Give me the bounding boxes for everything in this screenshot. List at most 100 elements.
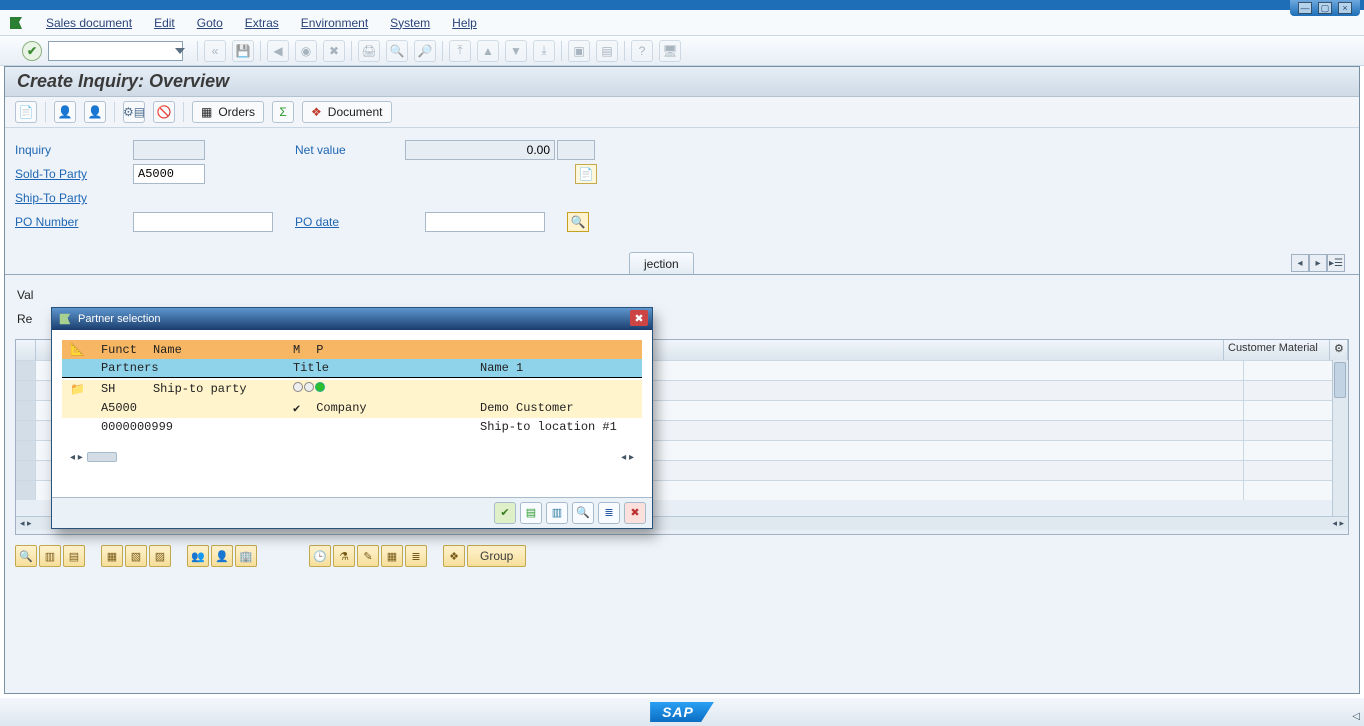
grid-vscroll[interactable] — [1332, 360, 1348, 516]
po-date-field[interactable] — [425, 212, 545, 232]
fb-p3[interactable]: 🏢 — [235, 545, 257, 567]
menu-system[interactable]: System — [390, 16, 430, 30]
fb-text[interactable]: ✎ — [357, 545, 379, 567]
menu-help[interactable]: Help — [452, 16, 477, 30]
help-button[interactable]: ? — [631, 40, 653, 62]
tab-right-button[interactable]: ▸ — [1309, 254, 1327, 272]
grid-settings-icon[interactable]: ⚙ — [1330, 340, 1348, 360]
layout-button[interactable]: 🖥 — [659, 40, 681, 62]
nav-exit-button[interactable]: ◉ — [295, 40, 317, 62]
sort-icon[interactable]: 📐 — [62, 340, 93, 359]
dialog-close-button[interactable]: ✖ — [630, 310, 648, 326]
window-chrome: — ▢ × — [0, 0, 1364, 10]
fb-select-all[interactable]: ▥ — [39, 545, 61, 567]
dialog-ok-button[interactable]: ✔ — [494, 502, 516, 524]
command-field-dropdown-icon[interactable] — [175, 48, 185, 54]
dialog-deselect-button[interactable]: ▥ — [546, 502, 568, 524]
partner-row-sh[interactable]: 📁 SH Ship-to party — [62, 380, 642, 399]
fb-cond[interactable]: ⚗ — [333, 545, 355, 567]
po-date-label[interactable]: PO date — [295, 215, 425, 229]
fb-group-icon[interactable]: ❖ — [443, 545, 465, 567]
shortcut-button[interactable]: ▤ — [596, 40, 618, 62]
dlg-scroll-left-icon[interactable]: ◂ ▸ — [70, 452, 83, 463]
sap-menu-icon[interactable] — [8, 15, 24, 31]
document-button[interactable]: ❖ Document — [302, 101, 391, 123]
new-session-button[interactable]: ▣ — [568, 40, 590, 62]
fb-search[interactable]: 🔍 — [15, 545, 37, 567]
menu-goto[interactable]: Goto — [197, 16, 223, 30]
statusbar-resize-icon[interactable]: ◁ — [1352, 711, 1360, 722]
gh-customer-material[interactable]: Customer Material — [1224, 340, 1330, 360]
dialog-find-button[interactable]: 🔍 — [572, 502, 594, 524]
back-button[interactable]: « — [204, 40, 226, 62]
command-field[interactable] — [48, 41, 183, 61]
fb-sort[interactable]: ≣ — [405, 545, 427, 567]
partner-selection-dialog: Partner selection ✖ 📐 Funct Name M P Par… — [51, 307, 653, 529]
sum-button[interactable]: Σ — [272, 101, 294, 123]
fb-cfg2[interactable]: ▧ — [125, 545, 147, 567]
grid-scroll-right-icon[interactable]: ◂ ▸ — [1332, 518, 1344, 529]
gh-sel[interactable] — [16, 340, 36, 360]
fb-p1[interactable]: 👥 — [187, 545, 209, 567]
fb-time[interactable]: 🕒 — [309, 545, 331, 567]
sold-to-label[interactable]: Sold-To Party — [15, 167, 133, 181]
dlg-scroll-right-icon[interactable]: ◂ ▸ — [621, 452, 634, 463]
nav-cancel-button[interactable]: ✖ — [323, 40, 345, 62]
fb-p2[interactable]: 👤 — [211, 545, 233, 567]
partner-row-0000000999[interactable]: 0000000999 Ship-to location #1 — [62, 418, 642, 436]
menu-edit[interactable]: Edit — [154, 16, 175, 30]
partner-button[interactable]: 👤 — [84, 101, 106, 123]
dialog-cancel-button[interactable]: ✖ — [624, 502, 646, 524]
toolbar-sep — [351, 41, 352, 61]
menu-bar: Sales document Edit Goto Extras Environm… — [0, 10, 1364, 36]
po-number-field[interactable] — [133, 212, 273, 232]
dialog-details-button[interactable]: ≣ — [598, 502, 620, 524]
enter-button[interactable]: ✔ — [22, 41, 42, 61]
prev-page-button[interactable]: ▲ — [477, 40, 499, 62]
find-next-button[interactable]: 🔎 — [414, 40, 436, 62]
nav-back-button[interactable]: ◀ — [267, 40, 289, 62]
first-page-button[interactable]: ⤒ — [449, 40, 471, 62]
fb-data[interactable]: ▦ — [381, 545, 403, 567]
tab-rejection[interactable]: jection — [629, 252, 694, 274]
print-button[interactable]: 🖨 — [358, 40, 380, 62]
save-button[interactable]: 💾 — [232, 40, 254, 62]
tab-list-button[interactable]: ▸☰ — [1327, 254, 1345, 272]
footer-group-2: ▦ ▧ ▨ — [101, 545, 171, 567]
window-restore-button[interactable]: ▢ — [1318, 2, 1332, 14]
inquiry-field[interactable] — [133, 140, 205, 160]
reject-button[interactable]: 🚫 — [153, 101, 175, 123]
po-scan-icon[interactable]: 🔍 — [567, 212, 589, 232]
po-number-label[interactable]: PO Number — [15, 215, 133, 229]
dialog-footer: ✔ ▤ ▥ 🔍 ≣ ✖ — [52, 497, 652, 528]
sold-to-field[interactable] — [133, 164, 205, 184]
grid-scroll-left-icon[interactable]: ◂ ▸ — [20, 518, 32, 529]
dlg-hscroll-thumb[interactable] — [87, 452, 117, 462]
partner-row-a5000[interactable]: A5000 ✔ Company Demo Customer — [62, 399, 642, 418]
fb-deselect[interactable]: ▤ — [63, 545, 85, 567]
dialog-titlebar[interactable]: Partner selection ✖ — [52, 308, 652, 330]
app-toolbar: 📄 👤 👤 ⚙▤ 🚫 ▦ Orders Σ ❖ Document — [5, 97, 1359, 128]
note-icon[interactable]: 📄 — [575, 164, 597, 184]
menu-sales-document[interactable]: Sales document — [46, 16, 132, 30]
partner-table[interactable]: 📐 Funct Name M P Partners Title Name 1 📁 — [62, 340, 642, 436]
find-button[interactable]: 🔍 — [386, 40, 408, 62]
menu-environment[interactable]: Environment — [301, 16, 368, 30]
window-close-button[interactable]: × — [1338, 2, 1352, 14]
fb-cfg1[interactable]: ▦ — [101, 545, 123, 567]
orders-button[interactable]: ▦ Orders — [192, 101, 264, 123]
header-details-button[interactable]: 👤 — [54, 101, 76, 123]
fb-cfg3[interactable]: ▨ — [149, 545, 171, 567]
dialog-select-button[interactable]: ▤ — [520, 502, 542, 524]
display-doc-button[interactable]: 📄 — [15, 101, 37, 123]
dialog-hscroll[interactable]: ◂ ▸ ◂ ▸ — [62, 450, 642, 465]
window-min-button[interactable]: — — [1298, 2, 1312, 14]
window-controls[interactable]: — ▢ × — [1290, 0, 1360, 16]
next-page-button[interactable]: ▼ — [505, 40, 527, 62]
tab-left-button[interactable]: ◂ — [1291, 254, 1309, 272]
ship-to-label[interactable]: Ship-To Party — [15, 191, 133, 205]
config-button[interactable]: ⚙▤ — [123, 101, 145, 123]
last-page-button[interactable]: ⤓ — [533, 40, 555, 62]
fb-group-button[interactable]: Group — [467, 545, 526, 567]
menu-extras[interactable]: Extras — [245, 16, 279, 30]
